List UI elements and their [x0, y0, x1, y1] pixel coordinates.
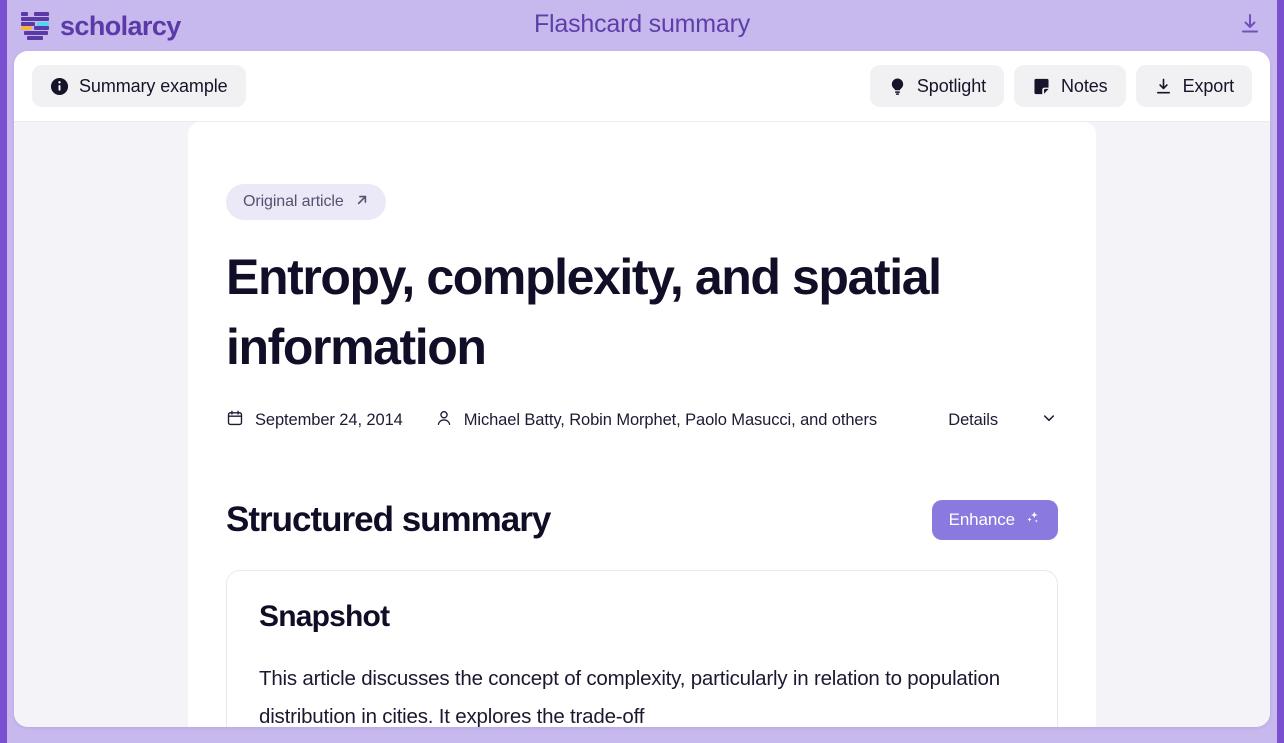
document-panel: Original article Entropy, complexity, an… [188, 122, 1096, 727]
notes-label: Notes [1061, 75, 1108, 96]
app-page: scholarcy Flashcard summary Summary exam [0, 0, 1284, 743]
chevron-down-icon [1040, 409, 1058, 432]
article-title: Entropy, complexity, and spatial informa… [226, 249, 942, 375]
original-article-link[interactable]: Original article [226, 184, 386, 220]
summary-example-chip[interactable]: Summary example [32, 65, 246, 107]
person-icon [435, 409, 453, 432]
sparkles-icon [1024, 509, 1041, 531]
external-link-arrow-icon [355, 193, 369, 212]
publication-date: September 24, 2014 [226, 409, 403, 432]
enhance-button[interactable]: Enhance [931, 500, 1058, 540]
export-label: Export [1182, 75, 1235, 96]
page-title: Flashcard summary [533, 10, 751, 38]
authors-text: Michael Batty, Robin Morphet, Paolo Masu… [463, 411, 878, 429]
calendar-icon [226, 409, 244, 432]
content-area: Original article Entropy, complexity, an… [14, 122, 1270, 727]
summary-example-label: Summary example [79, 75, 228, 96]
details-label: Details [948, 411, 998, 429]
spotlight-button[interactable]: Spotlight [869, 65, 1005, 107]
toolbar-actions: Spotlight Notes Export [869, 65, 1252, 107]
snapshot-card: Snapshot This article discusses the conc… [226, 570, 1058, 727]
structured-summary-title: Structured summary [226, 500, 551, 539]
top-bar: scholarcy Flashcard summary [0, 0, 1284, 51]
notes-button[interactable]: Notes [1014, 65, 1126, 107]
lightbulb-icon [888, 77, 907, 96]
download-icon [1154, 77, 1173, 96]
article-meta: September 24, 2014 Michael Batty, Robin … [226, 409, 1058, 432]
authors: Michael Batty, Robin Morphet, Paolo Masu… [435, 409, 877, 432]
snapshot-title: Snapshot [259, 600, 390, 633]
details-toggle[interactable]: Details [948, 409, 1058, 432]
original-article-label: Original article [243, 193, 344, 210]
note-icon [1032, 77, 1051, 96]
toolbar: Summary example Spotlight Notes Export [14, 51, 1270, 122]
enhance-label: Enhance [948, 510, 1016, 529]
app-window: Summary example Spotlight Notes Export O… [14, 51, 1270, 727]
spotlight-label: Spotlight [916, 75, 987, 96]
structured-summary-header: Structured summary Enhance [226, 500, 1058, 540]
info-circle-icon [50, 77, 69, 96]
download-icon[interactable] [1236, 10, 1264, 38]
publication-date-text: September 24, 2014 [255, 411, 403, 429]
export-button[interactable]: Export [1135, 65, 1252, 107]
snapshot-body: This article discusses the concept of co… [259, 667, 1000, 727]
